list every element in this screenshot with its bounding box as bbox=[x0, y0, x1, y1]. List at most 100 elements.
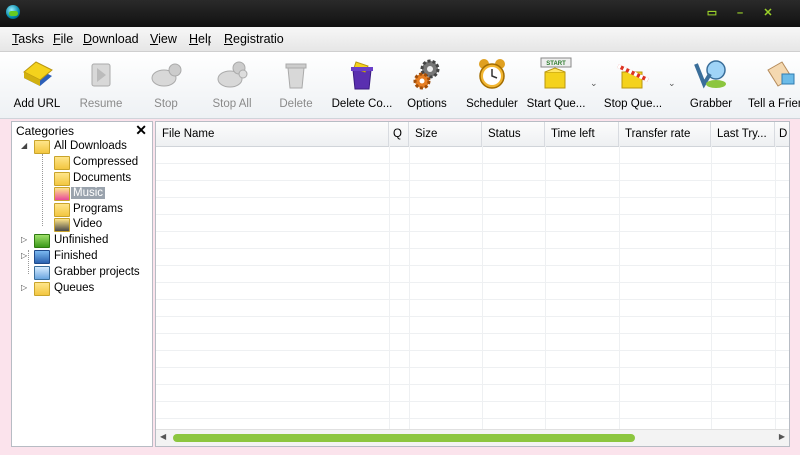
options-gear-icon bbox=[413, 59, 440, 90]
app-icon[interactable] bbox=[6, 5, 20, 19]
start-queue-dropdown-icon[interactable]: ⌄ bbox=[590, 78, 598, 89]
scroll-left-icon[interactable]: ◀ bbox=[160, 432, 166, 441]
stop-label: Stop bbox=[154, 98, 178, 110]
stop-icon bbox=[151, 63, 182, 87]
delete-completed-button[interactable]: Delete Co... bbox=[330, 52, 394, 116]
programs-folder-icon bbox=[54, 203, 70, 217]
tree-item-programs[interactable]: Programs bbox=[54, 203, 149, 218]
delete-completed-icon bbox=[351, 61, 373, 90]
tree-item-compressed[interactable]: Compressed bbox=[54, 156, 149, 171]
row-divider bbox=[156, 418, 789, 419]
row-divider bbox=[156, 282, 789, 283]
video-folder-icon bbox=[54, 218, 70, 232]
delete-icon bbox=[285, 63, 307, 89]
stop-queue-button[interactable]: Stop Que... bbox=[602, 52, 664, 116]
scrollbar-thumb[interactable] bbox=[173, 434, 635, 442]
tree-item-label: Documents bbox=[73, 172, 132, 184]
tree-line bbox=[42, 154, 43, 226]
tree-item-label: Unfinished bbox=[54, 234, 109, 246]
scheduler-button[interactable]: Scheduler bbox=[462, 52, 522, 116]
stop-all-button[interactable]: Stop All bbox=[202, 52, 262, 116]
tree-item-all-downloads[interactable]: ◢ All Downloads bbox=[21, 140, 149, 155]
column-divider bbox=[545, 146, 546, 430]
expand-arrow-icon[interactable]: ▷ bbox=[21, 251, 27, 260]
add-url-label: Add URL bbox=[13, 98, 61, 110]
column-divider bbox=[619, 146, 620, 430]
tree-item-finished[interactable]: ▷ Finished bbox=[21, 250, 149, 265]
column-transfer-rate[interactable]: Transfer rate bbox=[619, 122, 711, 146]
horizontal-scrollbar[interactable]: ◀ ▶ bbox=[156, 429, 789, 446]
column-file-name[interactable]: File Name bbox=[156, 122, 389, 146]
column-divider bbox=[775, 146, 776, 430]
scroll-right-icon[interactable]: ▶ bbox=[779, 432, 785, 441]
row-divider bbox=[156, 333, 789, 334]
title-bar: ▭ – ✕ bbox=[0, 0, 800, 27]
row-divider bbox=[156, 401, 789, 402]
row-divider bbox=[156, 214, 789, 215]
tree-item-label: Grabber projects bbox=[54, 266, 140, 278]
column-divider bbox=[482, 146, 483, 430]
grabber-projects-icon bbox=[34, 266, 50, 280]
start-queue-icon: START bbox=[540, 57, 572, 89]
column-divider bbox=[389, 146, 390, 430]
options-button[interactable]: Options bbox=[400, 52, 454, 116]
delete-completed-label: Delete Co... bbox=[331, 98, 393, 110]
tree-item-label: Compressed bbox=[73, 156, 139, 168]
start-queue-label: Start Que... bbox=[526, 98, 586, 110]
add-url-icon bbox=[23, 61, 53, 86]
expand-arrow-icon[interactable]: ▷ bbox=[21, 235, 27, 244]
column-d[interactable]: D bbox=[775, 122, 789, 146]
minimize-button[interactable]: – bbox=[732, 6, 748, 20]
tree-item-music[interactable]: Music bbox=[54, 187, 149, 202]
column-q[interactable]: Q bbox=[389, 122, 409, 146]
start-queue-button[interactable]: START Start Que... bbox=[526, 52, 586, 116]
resume-button[interactable]: Resume bbox=[72, 52, 130, 116]
tree-item-label: All Downloads bbox=[54, 140, 127, 152]
row-divider bbox=[156, 384, 789, 385]
menu-file[interactable]: File bbox=[53, 32, 73, 46]
stop-button[interactable]: Stop bbox=[137, 52, 195, 116]
menu-download[interactable]: Download bbox=[83, 32, 139, 46]
menu-tasks[interactable]: Tasks bbox=[12, 32, 44, 46]
download-list[interactable]: File Name Q Size Status Time left Transf… bbox=[155, 121, 790, 447]
tree-item-grabber-projects[interactable]: Grabber projects bbox=[21, 266, 149, 281]
restore-button[interactable]: ▭ bbox=[704, 6, 720, 20]
tree-item-queues[interactable]: ▷ Queues bbox=[21, 282, 149, 297]
toolbar: Add URL Resume Stop Stop All Delete Dele… bbox=[0, 52, 800, 119]
menu-registration[interactable]: Registratio bbox=[224, 32, 284, 46]
tree-item-label: Queues bbox=[54, 282, 95, 294]
categories-title: Categories bbox=[16, 124, 75, 138]
expand-arrow-icon[interactable]: ▷ bbox=[21, 283, 27, 292]
close-icon[interactable]: ✕ bbox=[135, 122, 147, 139]
column-status[interactable]: Status bbox=[482, 122, 545, 146]
tell-a-friend-button[interactable]: Tell a Frien bbox=[746, 52, 800, 116]
music-folder-icon bbox=[54, 187, 70, 201]
resume-icon bbox=[91, 63, 111, 87]
grabber-button[interactable]: Grabber bbox=[680, 52, 742, 116]
row-divider bbox=[156, 350, 789, 351]
row-divider bbox=[156, 163, 789, 164]
tree-item-label: Finished bbox=[54, 250, 98, 262]
collapse-arrow-icon[interactable]: ◢ bbox=[21, 141, 27, 150]
row-divider bbox=[156, 180, 789, 181]
tree-item-unfinished[interactable]: ▷ Unfinished bbox=[21, 234, 149, 249]
options-label: Options bbox=[407, 98, 447, 110]
close-button[interactable]: ✕ bbox=[760, 6, 776, 20]
column-last-try[interactable]: Last Try... bbox=[711, 122, 775, 146]
delete-button[interactable]: Delete bbox=[268, 52, 324, 116]
column-divider bbox=[711, 146, 712, 430]
unfinished-folder-icon bbox=[34, 234, 50, 248]
stop-queue-dropdown-icon[interactable]: ⌄ bbox=[668, 78, 676, 89]
column-time-left[interactable]: Time left bbox=[545, 122, 619, 146]
add-url-button[interactable]: Add URL bbox=[8, 52, 66, 116]
column-size[interactable]: Size bbox=[409, 122, 482, 146]
tree-item-documents[interactable]: Documents bbox=[54, 172, 149, 187]
menu-help[interactable]: Help bbox=[189, 32, 211, 46]
column-header-row: File Name Q Size Status Time left Transf… bbox=[156, 122, 789, 147]
scheduler-label: Scheduler bbox=[466, 98, 518, 110]
tree-item-video[interactable]: Video bbox=[54, 218, 149, 233]
row-divider bbox=[156, 265, 789, 266]
delete-label: Delete bbox=[279, 98, 313, 110]
menu-view[interactable]: View bbox=[150, 32, 177, 46]
tree-item-label: Music bbox=[71, 187, 106, 199]
